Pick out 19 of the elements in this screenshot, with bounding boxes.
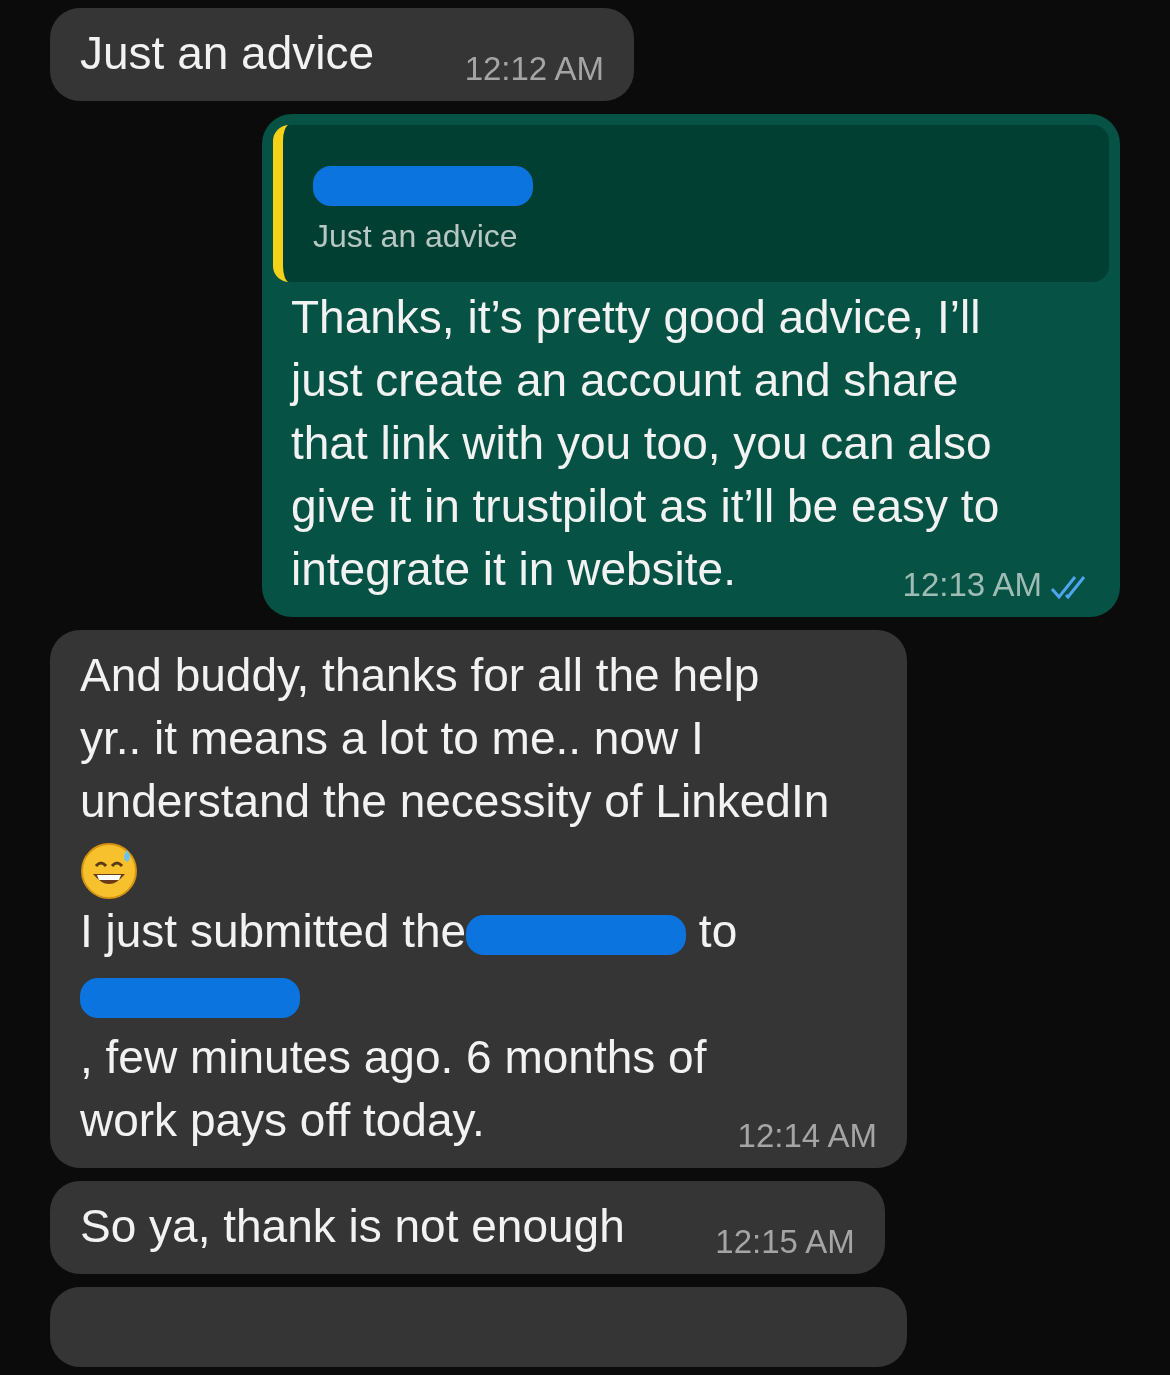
message-text: Thanks, it’s pretty good advice, I’ll [291,291,981,343]
message-text: understand the necessity of LinkedIn [80,775,830,827]
message-text: work pays off today. [80,1093,485,1146]
message-text: give it in trustpilot as it’ll be easy to [291,480,1000,532]
message-time: 12:15 AM [715,1223,855,1260]
message-text: that link with you too, you can also [291,417,992,469]
quoted-text: Just an advice [313,217,519,256]
message-text: yr.. it means a lot to me.. now I [80,712,704,764]
message-text: I just submitted the [80,904,467,957]
message-text: Just an advice [80,27,375,79]
message-text: And buddy, thanks for all the help [80,649,760,701]
message-time: 12:13 AM [902,567,1042,603]
message-text: to [697,904,738,957]
message-time: 12:12 AM [464,51,605,87]
message-text: , few minutes ago. 6 months of [80,1030,707,1083]
message-text: just create an account and share [291,354,959,406]
message-time: 12:14 AM [737,1117,877,1154]
message-text: integrate it in website. [291,543,736,595]
message-text: So ya, thank is not enough [80,1199,625,1252]
